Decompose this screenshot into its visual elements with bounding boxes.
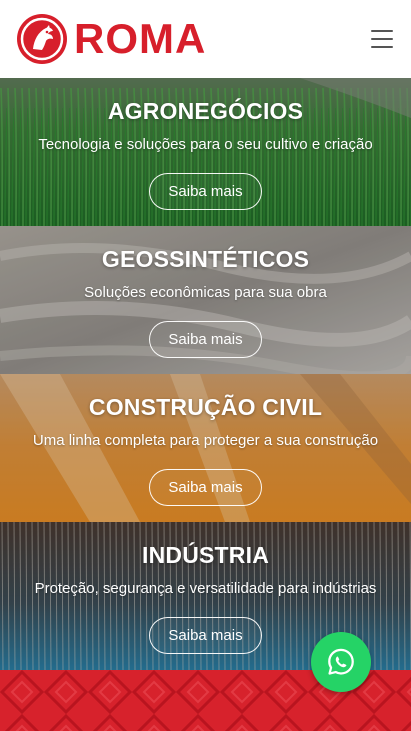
- brand-logo[interactable]: ROMA: [16, 13, 206, 65]
- section-title: CONSTRUÇÃO CIVIL: [88, 394, 323, 420]
- roma-logo-icon: [17, 14, 67, 64]
- whatsapp-button[interactable]: [311, 632, 371, 692]
- section-subtitle: Proteção, segurança e versatilidade para…: [34, 580, 377, 597]
- section-construcao-civil: CONSTRUÇÃO CIVIL Uma linha completa para…: [0, 374, 411, 522]
- section-agronegocios: AGRONEGÓCIOS Tecnologia e soluções para …: [0, 78, 411, 226]
- hamburger-menu-icon[interactable]: [371, 30, 393, 48]
- section-geossinteticos: GEOSSINTÉTICOS Soluções econômicas para …: [0, 226, 411, 374]
- section-title: INDÚSTRIA: [141, 542, 270, 568]
- saiba-mais-construcao-button[interactable]: Saiba mais: [149, 469, 262, 506]
- section-title: GEOSSINTÉTICOS: [101, 246, 310, 272]
- section-subtitle: Tecnologia e soluções para o seu cultivo…: [38, 136, 373, 153]
- section-subtitle: Uma linha completa para proteger a sua c…: [32, 432, 379, 449]
- brand-name: ROMA: [74, 15, 207, 62]
- saiba-mais-geo-button[interactable]: Saiba mais: [149, 321, 262, 358]
- site-header: ROMA: [0, 0, 411, 78]
- section-title: AGRONEGÓCIOS: [107, 98, 304, 124]
- section-subtitle: Soluções econômicas para sua obra: [84, 284, 327, 301]
- saiba-mais-agro-button[interactable]: Saiba mais: [149, 173, 262, 210]
- whatsapp-icon: [328, 648, 354, 675]
- saiba-mais-industria-button[interactable]: Saiba mais: [149, 617, 262, 654]
